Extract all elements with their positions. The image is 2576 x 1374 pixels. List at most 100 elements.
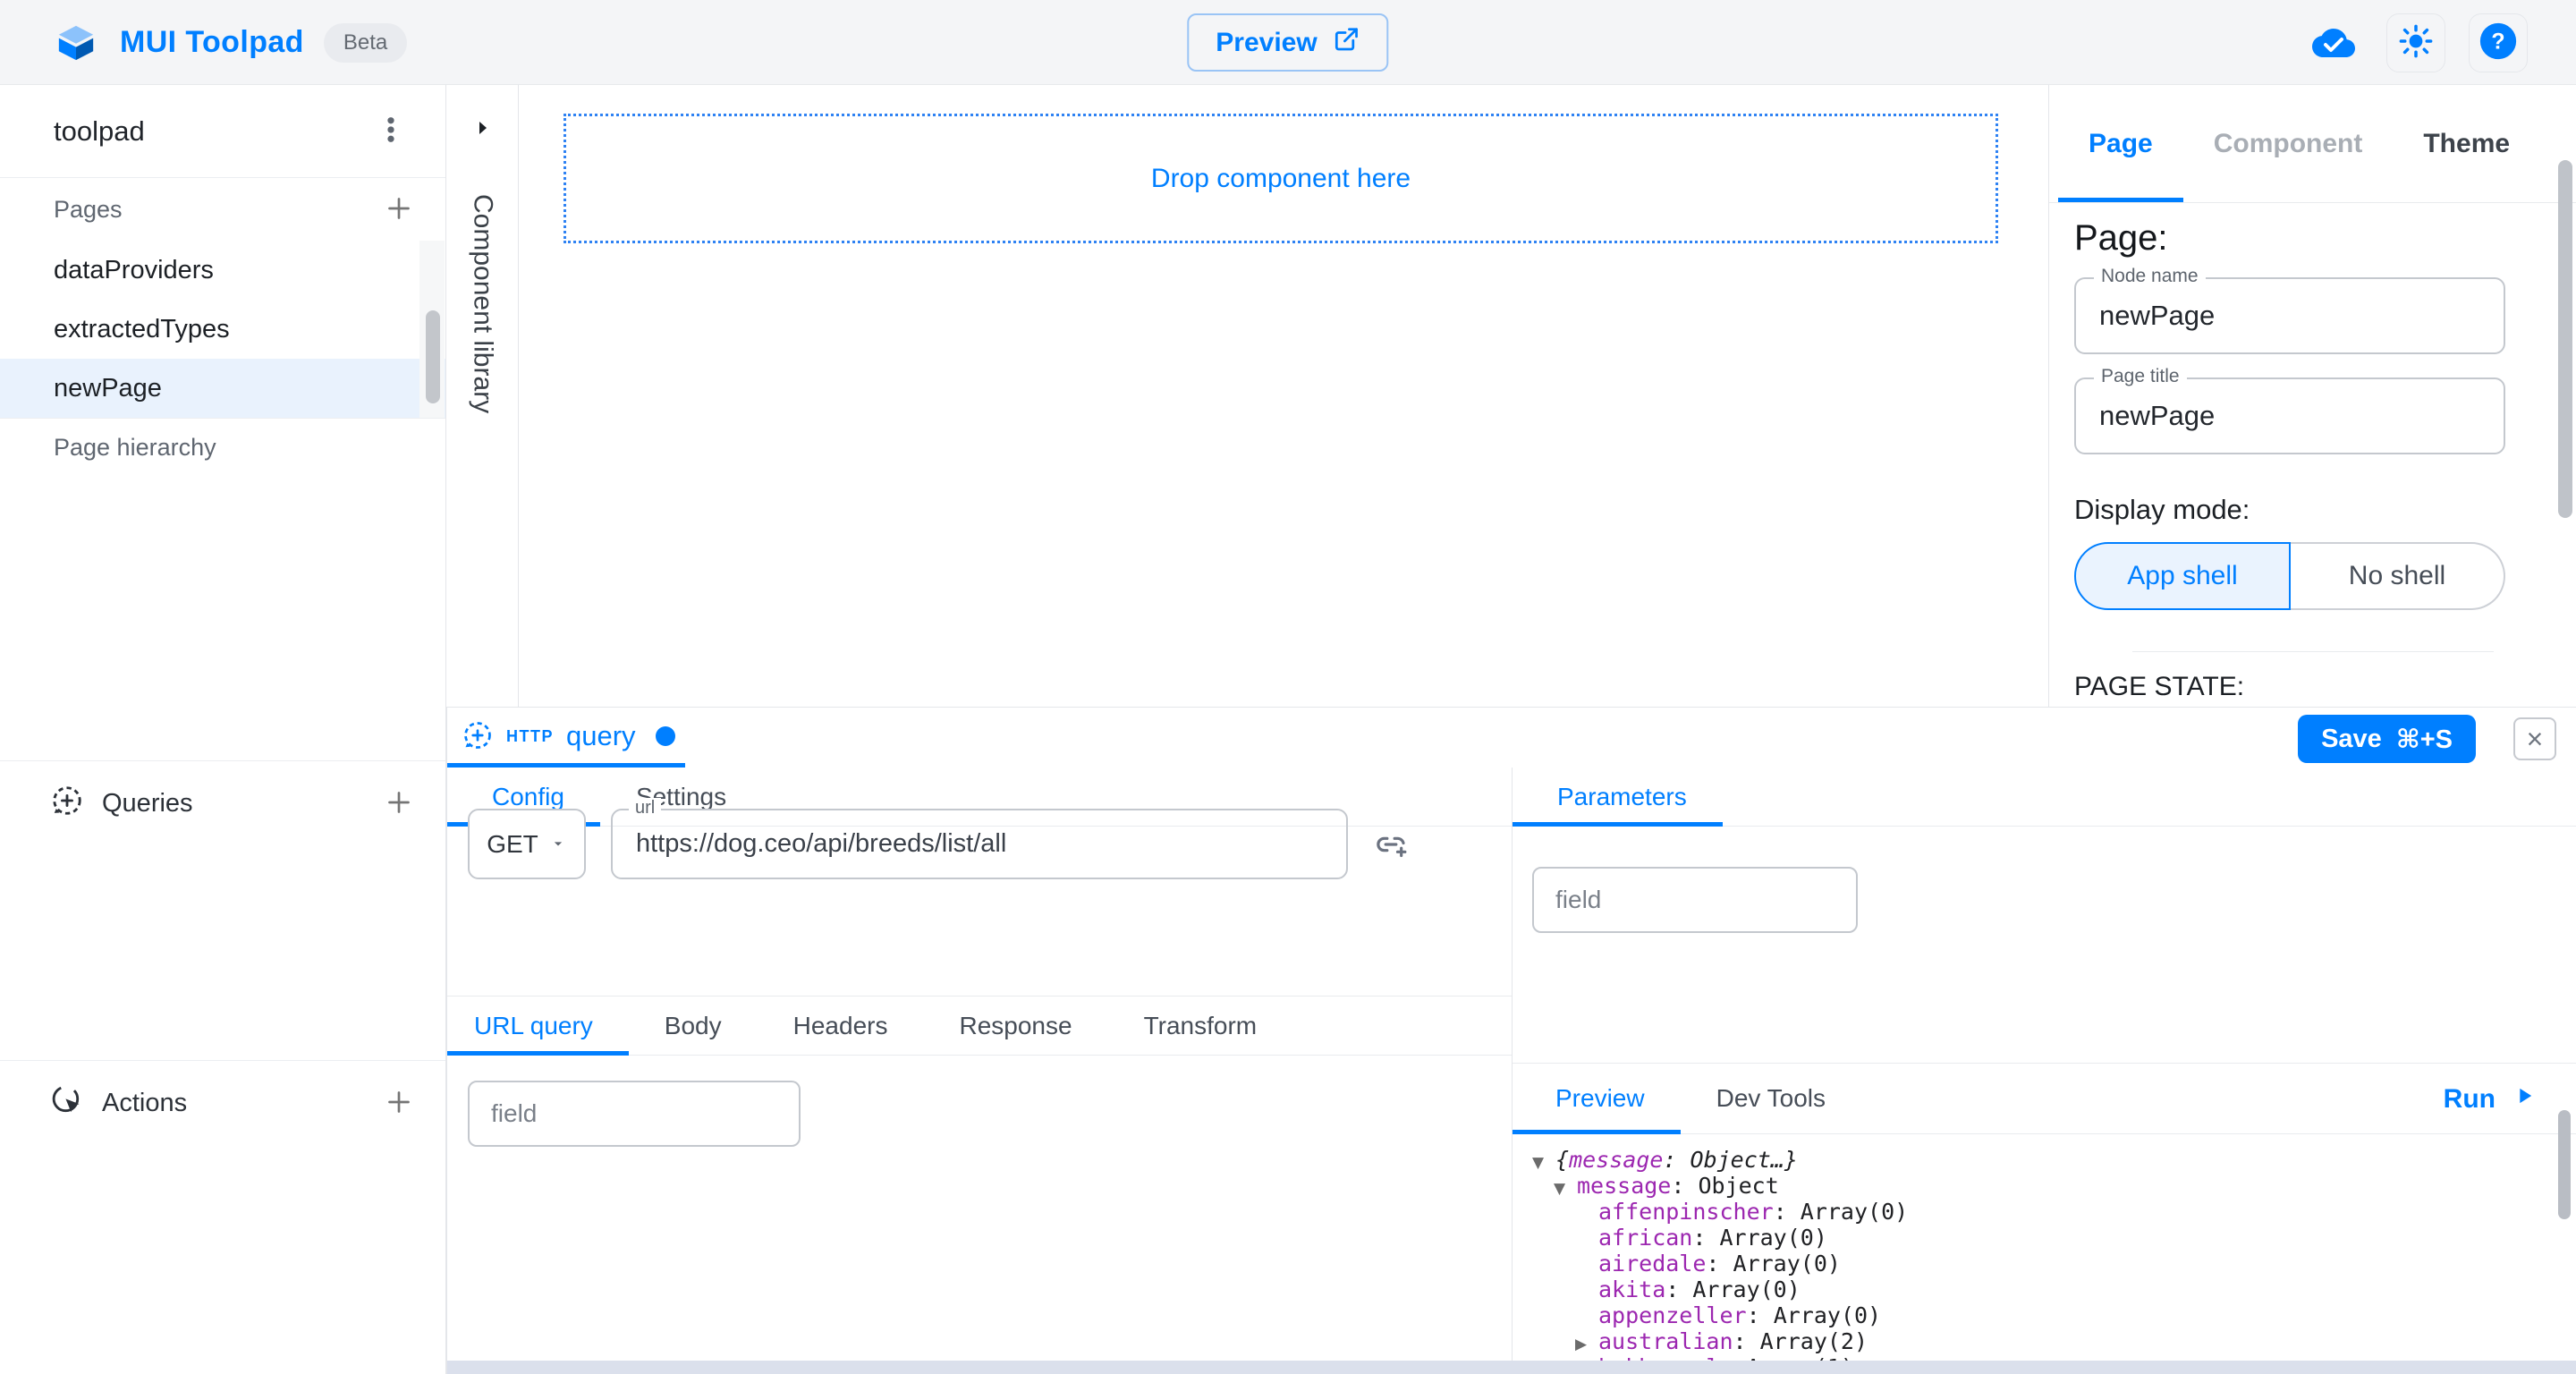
save-button[interactable]: Save ⌘+S (2298, 715, 2476, 763)
header-brand: MUI Toolpad Beta (55, 0, 407, 85)
plus-icon (383, 786, 415, 821)
parameters-tabs: Parameters (1513, 768, 2576, 827)
sidebar-page-extractedtypes[interactable]: extractedTypes (0, 300, 445, 359)
query-tab[interactable]: HTTP query (462, 708, 675, 765)
sidebar-page-newpage[interactable]: newPage (0, 359, 445, 418)
tab-preview[interactable]: Preview (1513, 1064, 1681, 1133)
add-link-icon (1373, 827, 1409, 865)
display-mode-toggle: App shell No shell (2074, 542, 2505, 610)
page-canvas: Drop component here (520, 85, 2047, 707)
project-menu-button[interactable] (369, 107, 413, 155)
query-icon (462, 719, 494, 754)
node-name-field: Node name (2074, 277, 2505, 354)
request-tabs: URL query Body Headers Response Transfor… (447, 996, 1512, 1056)
json-row-bakharwal[interactable]: ▶bakharwal: Array(1) (1513, 1354, 2576, 1361)
parameter-field-input[interactable] (1532, 867, 1858, 933)
tab-body[interactable]: Body (629, 997, 758, 1055)
query-config-column: Config Settings GET url (447, 768, 1513, 1361)
sun-icon (2397, 22, 2435, 63)
tab-theme[interactable]: Theme (2393, 85, 2540, 202)
preview-tabs: Preview Dev Tools Run (1513, 1064, 2576, 1134)
query-editor-header: HTTP query Save ⌘+S × (447, 708, 2576, 768)
help-icon: ? (2478, 21, 2519, 64)
save-shortcut: ⌘+S (2396, 724, 2453, 755)
bind-url-button[interactable] (1373, 827, 1409, 865)
toolpad-app: MUI Toolpad Beta Preview (0, 0, 2576, 1374)
queries-icon (50, 784, 84, 825)
node-name-input[interactable] (2076, 279, 2504, 352)
add-page-button[interactable] (379, 189, 419, 231)
actions-icon (50, 1083, 84, 1124)
pages-section-label: Pages (54, 196, 123, 224)
open-component-library-button[interactable] (472, 117, 494, 141)
tab-dev-tools[interactable]: Dev Tools (1681, 1064, 1861, 1133)
horizontal-scrollbar[interactable] (447, 1361, 2576, 1374)
preview-scrollbar-thumb[interactable] (2558, 1110, 2571, 1219)
no-shell-option[interactable]: No shell (2291, 542, 2505, 610)
svg-text:?: ? (2491, 29, 2504, 54)
unsaved-changes-dot (656, 726, 675, 746)
sidebar-page-dataproviders[interactable]: dataProviders (0, 241, 445, 300)
page-heading: Page: (2074, 218, 2551, 258)
beta-badge: Beta (324, 23, 407, 63)
json-row-affenpinscher: affenpinscher: Array(0) (1513, 1199, 2576, 1225)
play-icon (2512, 1083, 2537, 1115)
json-root-row[interactable]: ▼{message: Object…} (1513, 1147, 2576, 1173)
help-button[interactable]: ? (2469, 13, 2528, 72)
tab-headers[interactable]: Headers (758, 997, 924, 1055)
divider (2132, 651, 2494, 652)
query-preview-column: Parameters Preview Dev Tools Run (1513, 768, 2576, 1361)
explorer-sidebar: toolpad Pages dataProviders (0, 85, 446, 1374)
request-row: GET url (468, 809, 1409, 879)
drop-zone-label: Drop component here (1151, 164, 1411, 194)
tab-url-query[interactable]: URL query (447, 997, 629, 1055)
preview-button[interactable]: Preview (1187, 13, 1388, 72)
theme-toggle-button[interactable] (2386, 13, 2445, 72)
query-editor-panel: HTTP query Save ⌘+S × Config Settings (446, 707, 2576, 1374)
kebab-icon (374, 113, 408, 149)
actions-section-header: Actions (0, 1060, 445, 1146)
inspector-tabs: Page Component Theme (2049, 85, 2576, 203)
run-button-label: Run (2444, 1084, 2496, 1115)
page-title-field: Page title (2074, 377, 2505, 454)
save-button-label: Save (2321, 725, 2382, 754)
tab-response[interactable]: Response (923, 997, 1107, 1055)
inspector-scrollbar-thumb[interactable] (2558, 160, 2572, 518)
actions-section-label: Actions (102, 1089, 187, 1118)
app-title: MUI Toolpad (120, 25, 304, 60)
query-http-badge: HTTP (506, 727, 554, 746)
json-row-australian[interactable]: ▶australian: Array(2) (1513, 1328, 2576, 1354)
add-action-button[interactable] (379, 1082, 419, 1124)
chevron-right-icon (472, 117, 494, 141)
url-input[interactable] (613, 810, 1346, 878)
json-row-akita: akita: Array(0) (1513, 1276, 2576, 1302)
url-query-field-input[interactable] (468, 1081, 801, 1147)
run-button[interactable]: Run (2444, 1064, 2537, 1134)
page-hierarchy-item[interactable]: Page hierarchy (0, 419, 445, 476)
page-title-label: Page title (2094, 366, 2187, 387)
cloud-check-icon (2304, 13, 2363, 72)
chevron-down-icon (549, 830, 567, 859)
display-mode-label: Display mode: (2074, 494, 2551, 526)
tab-component[interactable]: Component (2183, 85, 2394, 202)
query-name: query (566, 720, 636, 752)
url-field: url (611, 809, 1348, 879)
page-title-input[interactable] (2076, 379, 2504, 453)
tab-parameters[interactable]: Parameters (1513, 768, 1723, 826)
tab-transform[interactable]: Transform (1108, 997, 1293, 1055)
add-query-button[interactable] (379, 783, 419, 825)
app-header: MUI Toolpad Beta Preview (0, 0, 2576, 85)
plus-icon (383, 192, 415, 227)
toolpad-logo-icon[interactable] (55, 22, 97, 64)
app-shell-option[interactable]: App shell (2074, 542, 2291, 610)
external-link-icon (1334, 26, 1360, 60)
pages-section-header: Pages (0, 178, 445, 241)
tab-page[interactable]: Page (2058, 85, 2183, 202)
close-query-panel-button[interactable]: × (2513, 717, 2556, 760)
component-library-label[interactable]: Component library (468, 194, 498, 413)
drop-zone[interactable]: Drop component here (564, 114, 1998, 243)
http-method-select[interactable]: GET (468, 809, 586, 879)
pages-list-scrollbar-thumb[interactable] (426, 310, 440, 403)
json-row-message[interactable]: ▼message: Object (1513, 1173, 2576, 1199)
page-state-label: PAGE STATE: (2074, 672, 2551, 702)
